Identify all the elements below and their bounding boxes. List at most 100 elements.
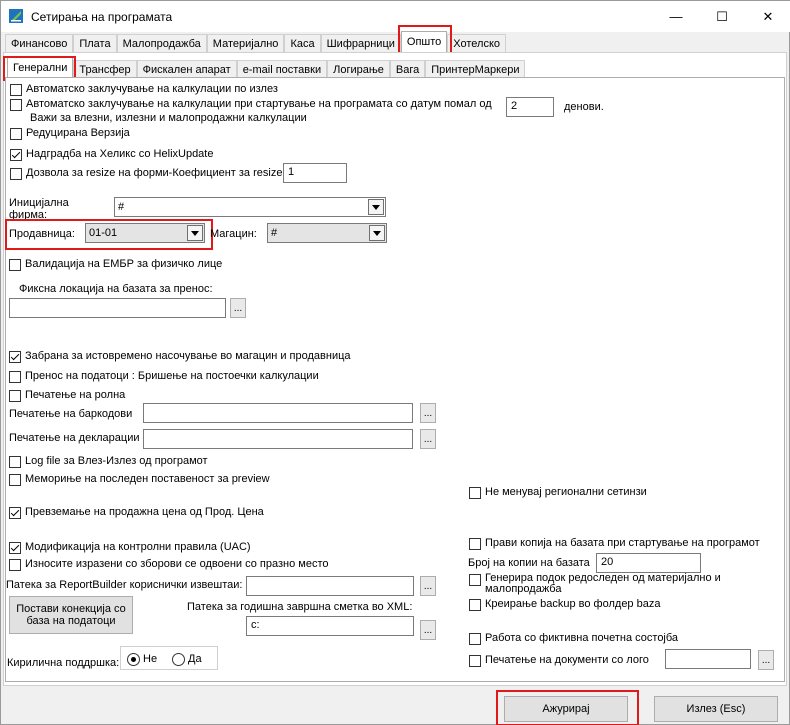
window-title: Сетирања на програмата [31, 10, 173, 24]
days-label: денови. [564, 101, 604, 113]
reportbuilder-label: Патека за ReportBuilder кориснички извеш… [6, 579, 243, 591]
resize-checkbox[interactable] [10, 168, 22, 180]
reportbuilder-input[interactable] [246, 576, 414, 596]
chevron-down-icon [369, 225, 385, 241]
minimize-icon: — [669, 9, 683, 24]
declaration-label: Печатење на декларации [9, 432, 140, 444]
barcode-input[interactable] [143, 403, 413, 423]
no-regional-label: Не менувај регионални сетинзи [485, 486, 647, 498]
tab-materijalno[interactable]: Материјално [206, 34, 285, 52]
declaration-browse-button[interactable]: ... [420, 429, 436, 449]
logo-path-input[interactable] [665, 649, 751, 669]
db-copy-label: Прави копија на базата при стартување на… [485, 537, 760, 549]
resize-label: Дозвола за resize на форми-Коефициент за… [26, 167, 283, 179]
gen-order-label: Генерира подок редоследен од материјално… [485, 572, 721, 595]
sub-tabs: Генерални Трансфер Фискален апарат e-mai… [7, 57, 526, 78]
cyrillic-no-label: Не [143, 653, 158, 665]
close-icon: ✕ [762, 8, 774, 24]
warehouse-label: Магацин: [210, 228, 257, 240]
roll-print-checkbox[interactable] [9, 390, 21, 402]
uac-label: Модификација на контролни правила (UAC) [25, 541, 251, 553]
embr-checkbox[interactable] [9, 259, 21, 271]
tab-sifrarnici[interactable]: Шифрарници [320, 34, 401, 52]
tab-kasa[interactable]: Каса [284, 34, 321, 52]
fixed-location-input[interactable] [9, 298, 226, 318]
forbid-input-checkbox[interactable] [9, 351, 21, 363]
maximize-button[interactable]: ☐ [699, 1, 745, 32]
print-logo-checkbox[interactable] [469, 655, 481, 667]
title-bar: Сетирања на програмата — ☐ ✕ [1, 1, 790, 32]
declaration-input[interactable] [143, 429, 413, 449]
annual-label: Патека за годишна завршна сметка во XML: [187, 601, 413, 613]
settings-window: Сетирања на програмата — ☐ ✕ Финансово П… [0, 0, 790, 725]
initial-firm-label: Иницијална фирма: [9, 197, 69, 221]
reduced-version-checkbox[interactable] [10, 128, 22, 140]
warehouse-select[interactable]: # [267, 223, 387, 243]
fixed-location-label: Фиксна локација на базата за пренос: [19, 283, 213, 295]
auto-close-start-label: Автоматско заклучување на калкулации при… [26, 98, 492, 110]
tab-email-postavki[interactable]: e-mail поставки [236, 60, 328, 78]
initial-firm-select[interactable]: # [114, 197, 386, 217]
db-connection-button[interactable]: Постави конекција со база на податоци [9, 596, 133, 634]
tab-maloprodazba[interactable]: Малопродажба [116, 34, 207, 52]
minimize-button[interactable]: — [653, 1, 699, 32]
transfer-delete-checkbox[interactable] [9, 371, 21, 383]
tab-hotelsko[interactable]: Хотелско [447, 34, 506, 52]
helix-update-checkbox[interactable] [10, 149, 22, 161]
export-words-checkbox[interactable] [9, 559, 21, 571]
logo-browse-button[interactable]: ... [758, 650, 774, 670]
tab-printer-markeri[interactable]: ПринтерМаркери [425, 60, 526, 78]
helix-update-label: Надградба на Хеликс со HelixUpdate [26, 148, 214, 160]
reduced-version-label: Редуцирана Верзија [26, 127, 130, 139]
log-file-checkbox[interactable] [9, 456, 21, 468]
fictive-checkbox[interactable] [469, 633, 481, 645]
no-regional-checkbox[interactable] [469, 487, 481, 499]
auto-close-exit-checkbox[interactable] [10, 84, 22, 96]
resize-input[interactable]: 1 [283, 163, 347, 183]
highlight-opsto [398, 25, 452, 55]
chevron-down-icon [368, 199, 384, 215]
tab-vaga[interactable]: Вага [389, 60, 426, 78]
db-copy-checkbox[interactable] [469, 538, 481, 550]
uac-checkbox[interactable] [9, 542, 21, 554]
exit-button[interactable]: Излез (Esc) [654, 696, 778, 722]
take-price-label: Превземање на продажна цена од Прод. Цен… [25, 506, 264, 518]
log-file-label: Log file за Влез-Излез од програмот [25, 455, 208, 467]
tab-transfer[interactable]: Трансфер [73, 60, 137, 78]
cyrillic-yes-radio[interactable] [172, 653, 185, 666]
initial-firm-value: # [118, 201, 125, 213]
gen-order-checkbox[interactable] [469, 574, 481, 586]
barcode-label: Печатење на баркодови [9, 408, 133, 420]
backup-checkbox[interactable] [469, 599, 481, 611]
cyrillic-no-radio[interactable] [127, 653, 140, 666]
tab-logiranje[interactable]: Логирање [327, 60, 390, 78]
cyrillic-yes-label: Да [188, 653, 202, 665]
close-button[interactable]: ✕ [745, 1, 790, 32]
warehouse-value: # [271, 227, 278, 239]
annual-browse-button[interactable]: ... [420, 620, 436, 640]
take-price-checkbox[interactable] [9, 507, 21, 519]
auto-close-start-checkbox[interactable] [10, 99, 22, 111]
roll-print-label: Печатење на ролна [25, 389, 126, 401]
forbid-input-label: Забрана за истовремено насочување во маг… [25, 350, 351, 362]
highlight-update [496, 690, 639, 725]
transfer-delete-label: Пренос на податоци : Бришење на постоечк… [25, 370, 319, 382]
app-logo-icon [9, 9, 23, 23]
tab-plata[interactable]: Плата [73, 34, 117, 52]
copies-input[interactable]: 20 [596, 553, 701, 573]
days-input[interactable]: 2 [506, 97, 554, 117]
memorize-preview-label: Мемориње на последен поставеност за prev… [25, 473, 270, 485]
auto-close-note: Важи за влезни, излезни и малопродажни к… [30, 112, 307, 124]
fictive-label: Работа со фиктивна почетна состојба [485, 632, 679, 644]
tab-finansovo[interactable]: Финансово [5, 34, 74, 52]
tab-fiskalen-aparat[interactable]: Фискален апарат [136, 60, 237, 78]
backup-label: Креирање backup во фолдер baza [485, 598, 661, 610]
barcode-browse-button[interactable]: ... [420, 403, 436, 423]
annual-input[interactable]: c: [246, 616, 414, 636]
memorize-preview-checkbox[interactable] [9, 474, 21, 486]
embr-label: Валидација на ЕМБР за физичко лице [25, 258, 223, 270]
maximize-icon: ☐ [716, 8, 728, 24]
reportbuilder-browse-button[interactable]: ... [420, 576, 436, 596]
fixed-location-browse-button[interactable]: ... [230, 298, 246, 318]
highlight-shop [5, 219, 213, 250]
